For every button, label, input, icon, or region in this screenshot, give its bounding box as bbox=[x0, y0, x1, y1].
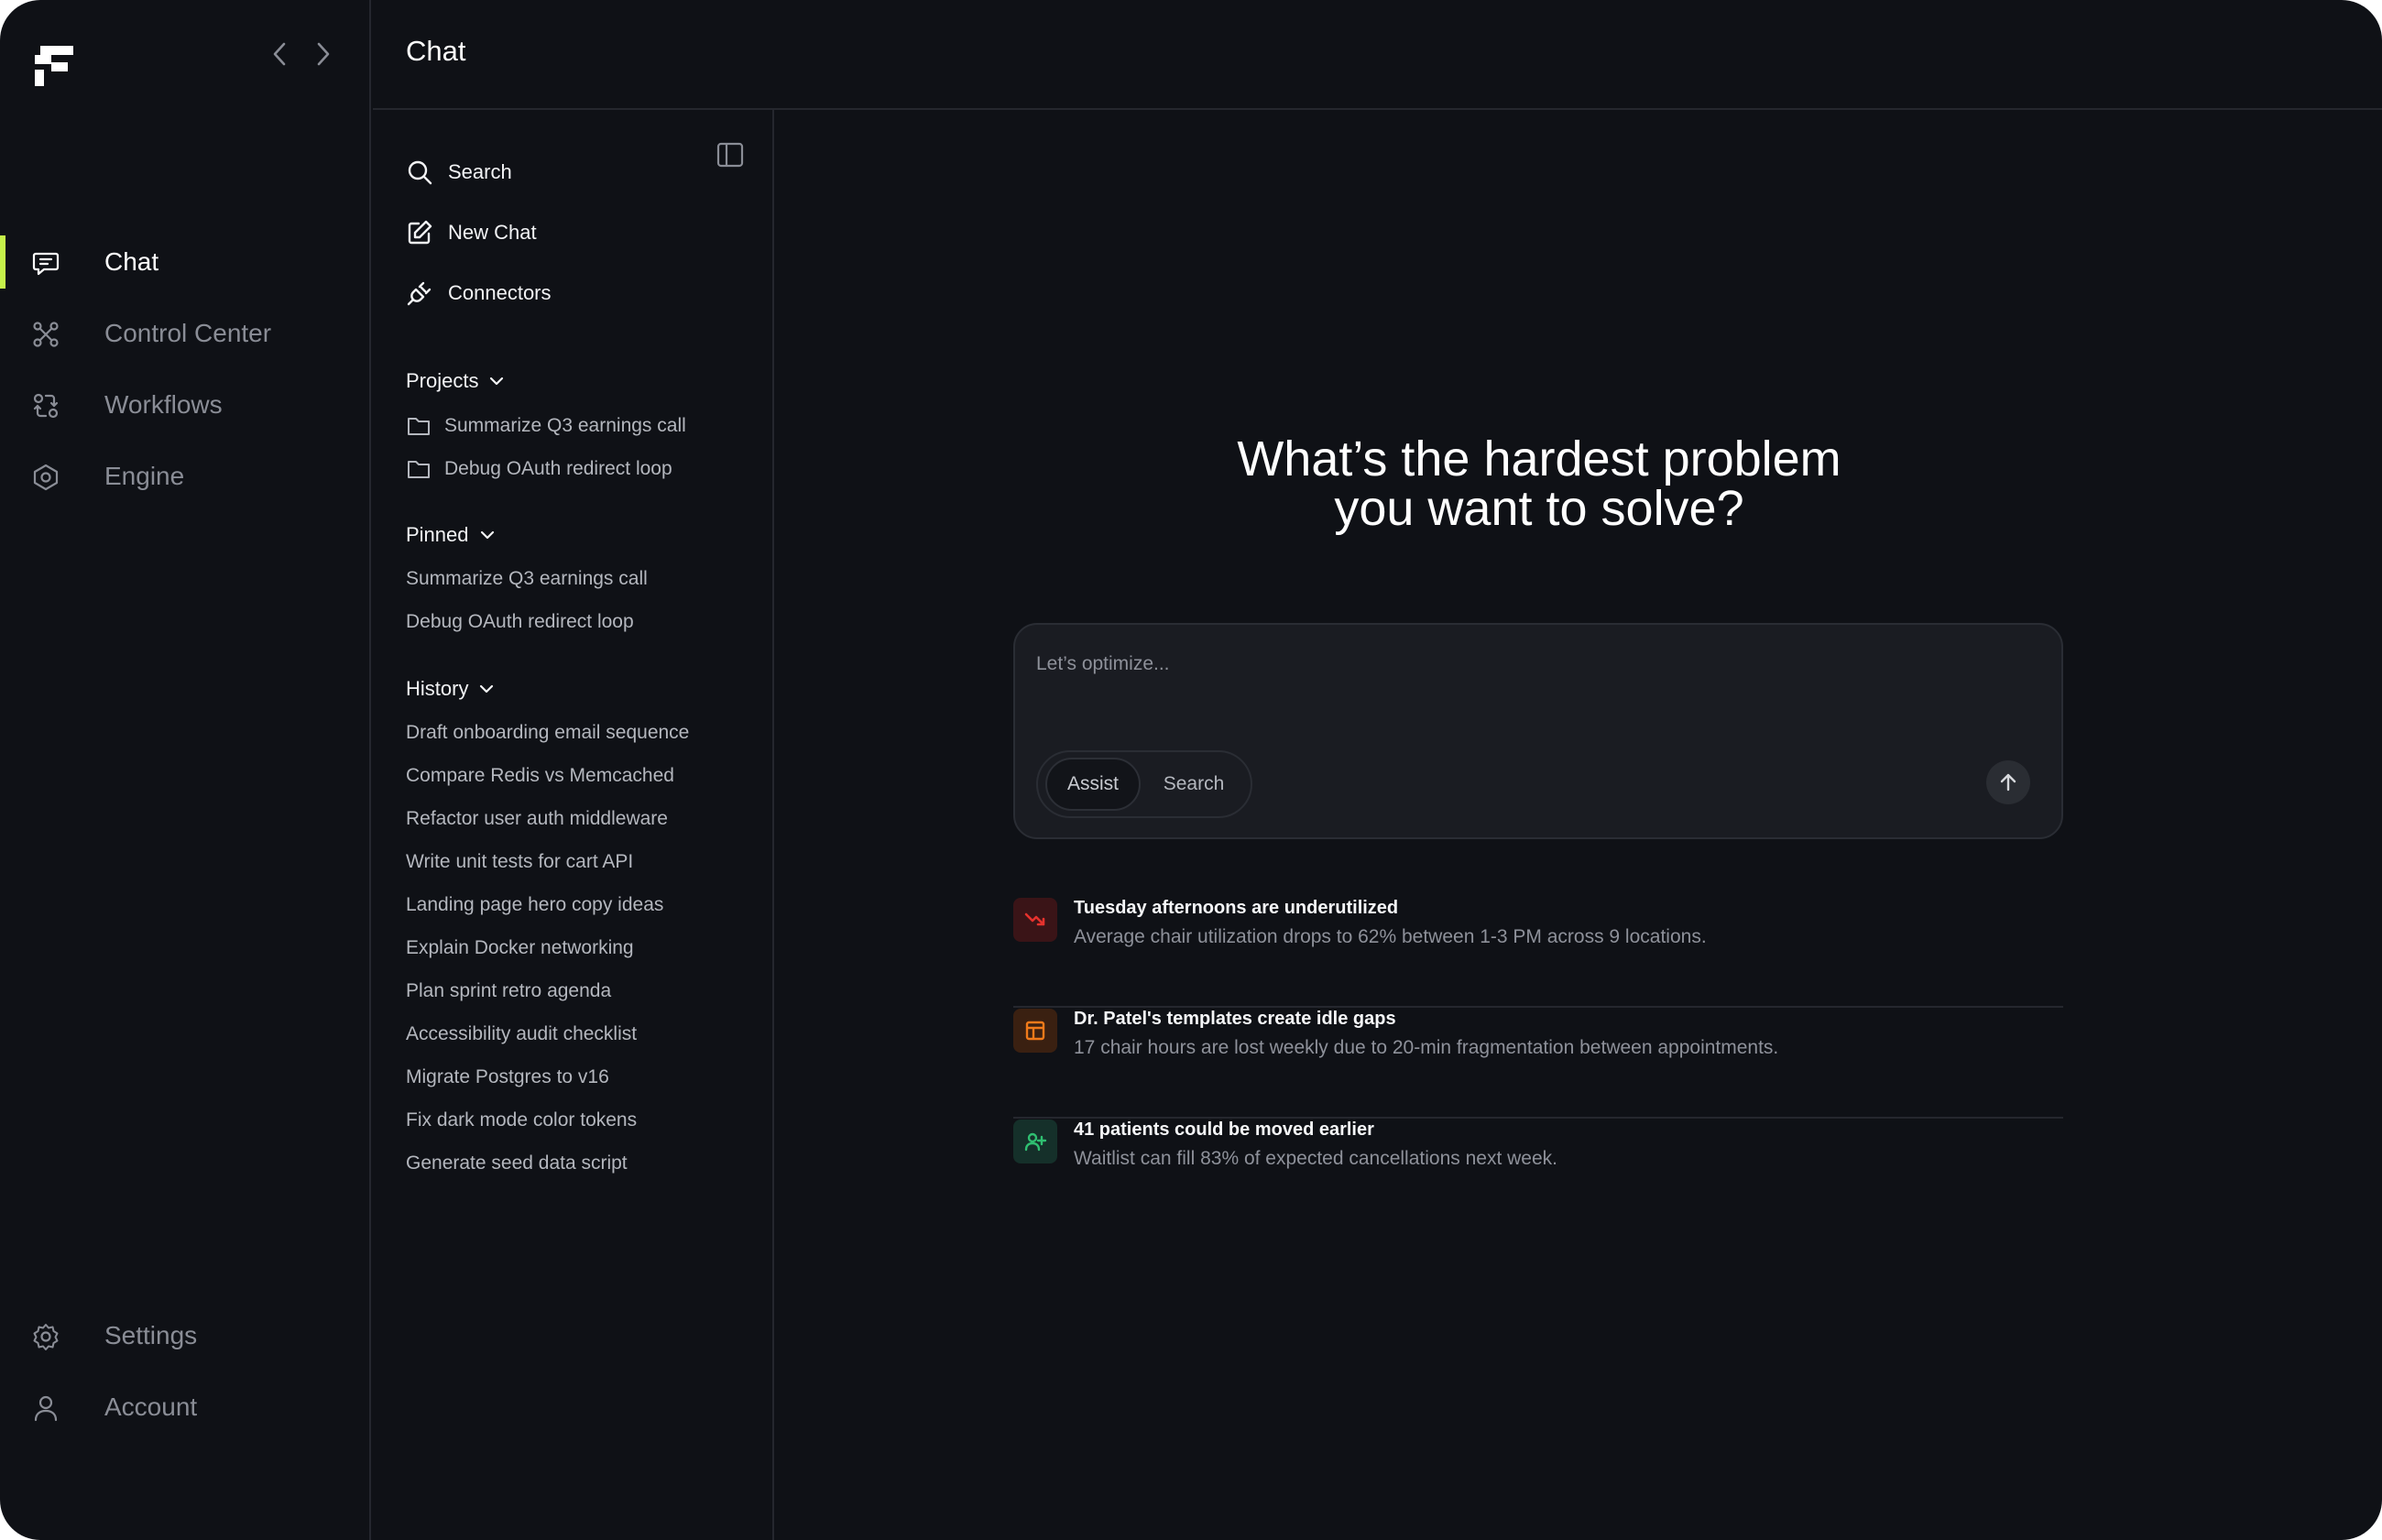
history-item[interactable]: Migrate Postgres to v16 bbox=[406, 1066, 609, 1088]
nav-label-settings: Settings bbox=[104, 1321, 198, 1349]
history-item[interactable]: Landing page hero copy ideas bbox=[406, 894, 663, 916]
nav-list: Chat Control Center Workflows Engine bbox=[0, 231, 371, 517]
history-item[interactable]: Fix dark mode color tokens bbox=[406, 1109, 637, 1131]
folder-icon bbox=[408, 461, 430, 478]
history-item[interactable]: Plan sprint retro agenda bbox=[406, 980, 611, 1002]
project-item[interactable]: Debug OAuth redirect loop bbox=[406, 456, 672, 482]
insight-title: 41 patients could be moved earlier bbox=[1074, 1120, 1374, 1140]
nav-label-chat: Chat bbox=[104, 247, 159, 276]
sidebar-toggle-icon[interactable] bbox=[716, 141, 744, 169]
insight-card[interactable]: Dr. Patel's templates create idle gaps 1… bbox=[1013, 1009, 2063, 1119]
nav-item-settings[interactable]: Settings bbox=[0, 1305, 371, 1367]
gear-icon bbox=[33, 1324, 59, 1350]
history-header[interactable]: History bbox=[406, 677, 496, 701]
back-arrow-icon[interactable] bbox=[266, 37, 293, 71]
search-mode-button[interactable]: Search bbox=[1153, 758, 1234, 811]
chat-side-panel: Search New Chat Connectors Projects Summ… bbox=[373, 110, 774, 1540]
user-icon bbox=[34, 1395, 58, 1422]
insight-card[interactable]: Tuesday afternoons are underutilized Ave… bbox=[1013, 898, 2063, 1008]
nav-label-workflows: Workflows bbox=[104, 390, 223, 419]
nav-label-control-center: Control Center bbox=[104, 319, 272, 347]
nav-item-chat[interactable]: Chat bbox=[0, 231, 371, 293]
insight-title: Dr. Patel's templates create idle gaps bbox=[1074, 1009, 1396, 1029]
workflow-icon bbox=[33, 393, 59, 419]
search-action-label: Search bbox=[448, 160, 512, 183]
projects-title: Projects bbox=[406, 369, 479, 392]
insight-card[interactable]: 41 patients could be moved earlier Waitl… bbox=[1013, 1120, 2063, 1229]
nav-label-engine: Engine bbox=[104, 462, 185, 490]
insight-description: Average chair utilization drops to 62% b… bbox=[1074, 926, 1707, 947]
pinned-title: Pinned bbox=[406, 523, 469, 546]
projects-header[interactable]: Projects bbox=[406, 369, 506, 393]
send-button[interactable] bbox=[1986, 760, 2030, 804]
assist-mode-button[interactable]: Assist bbox=[1045, 758, 1141, 811]
page-title: Chat bbox=[406, 35, 466, 67]
hero-line-2: you want to solve? bbox=[1334, 481, 1744, 536]
top-bar: Chat bbox=[373, 0, 2382, 110]
nav-label-account: Account bbox=[104, 1393, 198, 1421]
history-item[interactable]: Draft onboarding email sequence bbox=[406, 722, 689, 744]
hero-headline: What’s the hardest problem you want to s… bbox=[1008, 434, 2071, 533]
composer-placeholder[interactable]: Let’s optimize... bbox=[1036, 653, 1170, 675]
edit-icon bbox=[408, 220, 432, 245]
main-nav: Chat Control Center Workflows Engine Set… bbox=[0, 0, 371, 1540]
insight-description: 17 chair hours are lost weekly due to 20… bbox=[1074, 1037, 1779, 1058]
app-logo[interactable] bbox=[35, 44, 75, 88]
arrow-up-icon bbox=[2000, 773, 2016, 792]
history-item[interactable]: Refactor user auth middleware bbox=[406, 808, 668, 830]
nav-bottom: Settings Account bbox=[0, 1305, 371, 1447]
connectors-label: Connectors bbox=[448, 281, 552, 304]
search-icon bbox=[408, 160, 432, 185]
history-nav bbox=[266, 37, 337, 71]
hexagon-icon bbox=[33, 464, 59, 491]
project-item-label: Debug OAuth redirect loop bbox=[444, 458, 672, 479]
folder-icon bbox=[408, 418, 430, 435]
chevron-down-icon bbox=[480, 684, 494, 694]
history-item[interactable]: Write unit tests for cart API bbox=[406, 851, 633, 873]
pinned-item[interactable]: Debug OAuth redirect loop bbox=[406, 611, 634, 633]
plug-icon bbox=[407, 281, 432, 306]
user-plus-icon bbox=[1013, 1120, 1057, 1163]
history-item[interactable]: Compare Redis vs Memcached bbox=[406, 765, 674, 787]
pinned-item[interactable]: Summarize Q3 earnings call bbox=[406, 568, 648, 590]
insight-title: Tuesday afternoons are underutilized bbox=[1074, 898, 1399, 918]
chevron-down-icon bbox=[480, 530, 494, 540]
chevron-down-icon bbox=[490, 377, 504, 386]
history-item[interactable]: Explain Docker networking bbox=[406, 937, 634, 959]
app-window: Chat Control Center Workflows Engine Set… bbox=[0, 0, 2382, 1540]
trending-down-icon bbox=[1013, 898, 1057, 942]
mode-toggle: Assist Search bbox=[1036, 750, 1252, 818]
layout-icon bbox=[1013, 1009, 1057, 1053]
nav-item-engine[interactable]: Engine bbox=[0, 445, 371, 508]
nav-item-workflows[interactable]: Workflows bbox=[0, 374, 371, 436]
chat-icon bbox=[32, 252, 60, 276]
project-item-label: Summarize Q3 earnings call bbox=[444, 415, 686, 436]
forward-arrow-icon[interactable] bbox=[310, 37, 337, 71]
connectors-action[interactable]: Connectors bbox=[406, 275, 552, 311]
search-action[interactable]: Search bbox=[406, 154, 512, 191]
nav-item-control-center[interactable]: Control Center bbox=[0, 302, 371, 365]
history-item[interactable]: Accessibility audit checklist bbox=[406, 1023, 637, 1045]
nodes-icon bbox=[33, 322, 59, 347]
nav-item-account[interactable]: Account bbox=[0, 1376, 371, 1438]
new-chat-button[interactable]: New Chat bbox=[406, 214, 537, 251]
project-item[interactable]: Summarize Q3 earnings call bbox=[406, 413, 686, 439]
insight-description: Waitlist can fill 83% of expected cancel… bbox=[1074, 1148, 1557, 1169]
history-title: History bbox=[406, 677, 469, 700]
pinned-header[interactable]: Pinned bbox=[406, 523, 497, 547]
hero-line-1: What’s the hardest problem bbox=[1237, 431, 1841, 486]
new-chat-label: New Chat bbox=[448, 221, 537, 244]
chat-composer[interactable]: Let’s optimize... Assist Search bbox=[1013, 623, 2063, 839]
history-item[interactable]: Generate seed data script bbox=[406, 1152, 628, 1174]
